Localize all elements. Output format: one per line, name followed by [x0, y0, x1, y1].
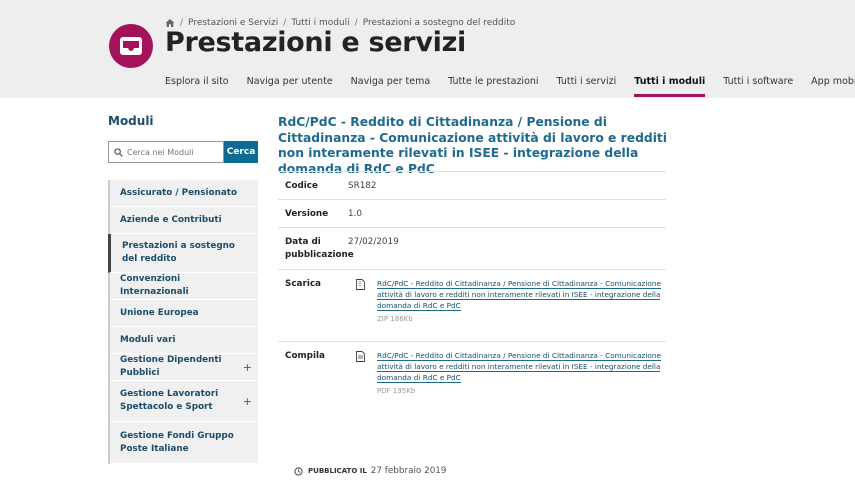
- expand-icon[interactable]: +: [243, 395, 252, 408]
- detail-value: RdC/PdC - Reddito di Cittadinanza / Pens…: [348, 278, 666, 341]
- download-link-text[interactable]: RdC/PdC - Reddito di Cittadinanza / Pens…: [377, 279, 661, 311]
- detail-label: Versione: [285, 209, 329, 219]
- published-date: 27 febbraio 2019: [370, 466, 447, 476]
- download-link[interactable]: RdC/PdC - Reddito di Cittadinanza / Pens…: [377, 278, 666, 311]
- file-meta: ZIP 186Kb: [377, 315, 413, 323]
- sidebar-item-dipendenti-pubblici[interactable]: Gestione Dipendenti Pubblici +: [110, 354, 258, 381]
- clock-icon: [294, 466, 303, 476]
- section-logo: [109, 24, 153, 68]
- sidebar-item-label: Assicurato / Pensionato: [120, 187, 238, 198]
- nav-item-servizi[interactable]: Tutti i servizi: [557, 76, 617, 97]
- detail-label: Data di pubblicazione: [285, 237, 354, 260]
- search-field[interactable]: [108, 141, 224, 163]
- nav-item-moduli[interactable]: Tutti i moduli: [634, 76, 706, 97]
- published-info: PUBBLICATO IL 27 febbraio 2019: [294, 466, 446, 476]
- sidebar-item-label: Gestione Dipendenti Pubblici: [120, 355, 222, 378]
- main-nav: Esplora il sito Naviga per utente Naviga…: [165, 76, 855, 97]
- nav-item-tema[interactable]: Naviga per tema: [351, 76, 431, 97]
- nav-item-esplora[interactable]: Esplora il sito: [165, 76, 229, 97]
- detail-value: RdC/PdC - Reddito di Cittadinanza / Pens…: [348, 350, 666, 413]
- sidebar-item-unione-europea[interactable]: Unione Europea: [110, 300, 258, 327]
- sidebar-item-assicurato[interactable]: Assicurato / Pensionato: [110, 180, 258, 207]
- sidebar-item-label: Unione Europea: [120, 307, 199, 318]
- detail-label: Codice: [285, 181, 318, 191]
- sidebar-item-label: Prestazioni a sostegno del reddito: [122, 241, 235, 264]
- sidebar-item-prestazioni[interactable]: Prestazioni a sostegno del reddito: [108, 234, 258, 273]
- nav-item-app[interactable]: App mobile: [811, 76, 855, 97]
- detail-row-codice: Codice SR182: [278, 171, 666, 199]
- module-details: Codice SR182 Versione 1.0 Data di pubbli…: [278, 171, 666, 413]
- expand-icon[interactable]: +: [243, 361, 252, 374]
- sidebar-item-spettacolo-sport[interactable]: Gestione Lavoratori Spettacolo e Sport +: [110, 381, 258, 422]
- sidebar-item-label: Gestione Fondi Gruppo Poste Italiane: [120, 430, 234, 454]
- compile-link-text[interactable]: RdC/PdC - Reddito di Cittadinanza / Pens…: [377, 351, 661, 383]
- sidebar-item-label: Moduli vari: [120, 334, 176, 345]
- sidebar-item-convenzioni[interactable]: Convenzioni Internazionali: [110, 273, 258, 300]
- nav-item-prestazioni[interactable]: Tutte le prestazioni: [448, 76, 538, 97]
- module-title: RdC/PdC - Reddito di Cittadinanza / Pens…: [278, 115, 667, 176]
- zip-file-icon: [356, 278, 365, 326]
- page-title: Prestazioni e servizi: [165, 27, 466, 58]
- sidebar-item-label: Convenzioni Internazionali: [120, 274, 189, 297]
- search-icon: [114, 147, 123, 157]
- sidebar-item-label: Gestione Lavoratori Spettacolo e Sport: [120, 389, 219, 412]
- sidebar-item-aziende[interactable]: Aziende e Contributi: [110, 207, 258, 234]
- detail-row-versione: Versione 1.0: [278, 199, 666, 227]
- sidebar-menu: Assicurato / Pensionato Aziende e Contri…: [108, 180, 258, 464]
- detail-value: 27/02/2019: [348, 237, 399, 247]
- sidebar-item-moduli-vari[interactable]: Moduli vari: [110, 327, 258, 354]
- search-button[interactable]: Cerca: [224, 141, 258, 163]
- detail-value: SR182: [348, 181, 377, 191]
- sidebar-title: Moduli: [108, 114, 154, 128]
- download-entry: RdC/PdC - Reddito di Cittadinanza / Pens…: [348, 278, 666, 326]
- file-meta: PDF 195Kb: [377, 387, 416, 395]
- detail-value: 1.0: [348, 209, 362, 219]
- sidebar-item-fondi-poste[interactable]: Gestione Fondi Gruppo Poste Italiane: [110, 422, 258, 464]
- sidebar-item-label: Aziende e Contributi: [120, 214, 222, 225]
- detail-row-data: Data di pubblicazione 27/02/2019: [278, 227, 666, 269]
- pdf-file-icon: [356, 350, 365, 398]
- detail-label: Compila: [285, 351, 325, 361]
- detail-label: Scarica: [285, 279, 321, 289]
- detail-row-scarica: Scarica RdC/PdC - Reddito di Cittadinanz…: [278, 269, 666, 341]
- site-header: / Prestazioni e Servizi / Tutti i moduli…: [0, 0, 855, 98]
- nav-item-utente[interactable]: Naviga per utente: [247, 76, 333, 97]
- nav-item-software[interactable]: Tutti i software: [723, 76, 793, 97]
- compile-link[interactable]: RdC/PdC - Reddito di Cittadinanza / Pens…: [377, 350, 666, 383]
- detail-row-compila: Compila RdC/PdC - Reddito di Cittadinanz…: [278, 341, 666, 413]
- inbox-icon: [120, 37, 142, 55]
- search-input[interactable]: [127, 147, 222, 157]
- compile-entry: RdC/PdC - Reddito di Cittadinanza / Pens…: [348, 350, 666, 398]
- published-label: PUBBLICATO IL: [308, 467, 367, 475]
- sidebar-search: Cerca: [108, 141, 258, 163]
